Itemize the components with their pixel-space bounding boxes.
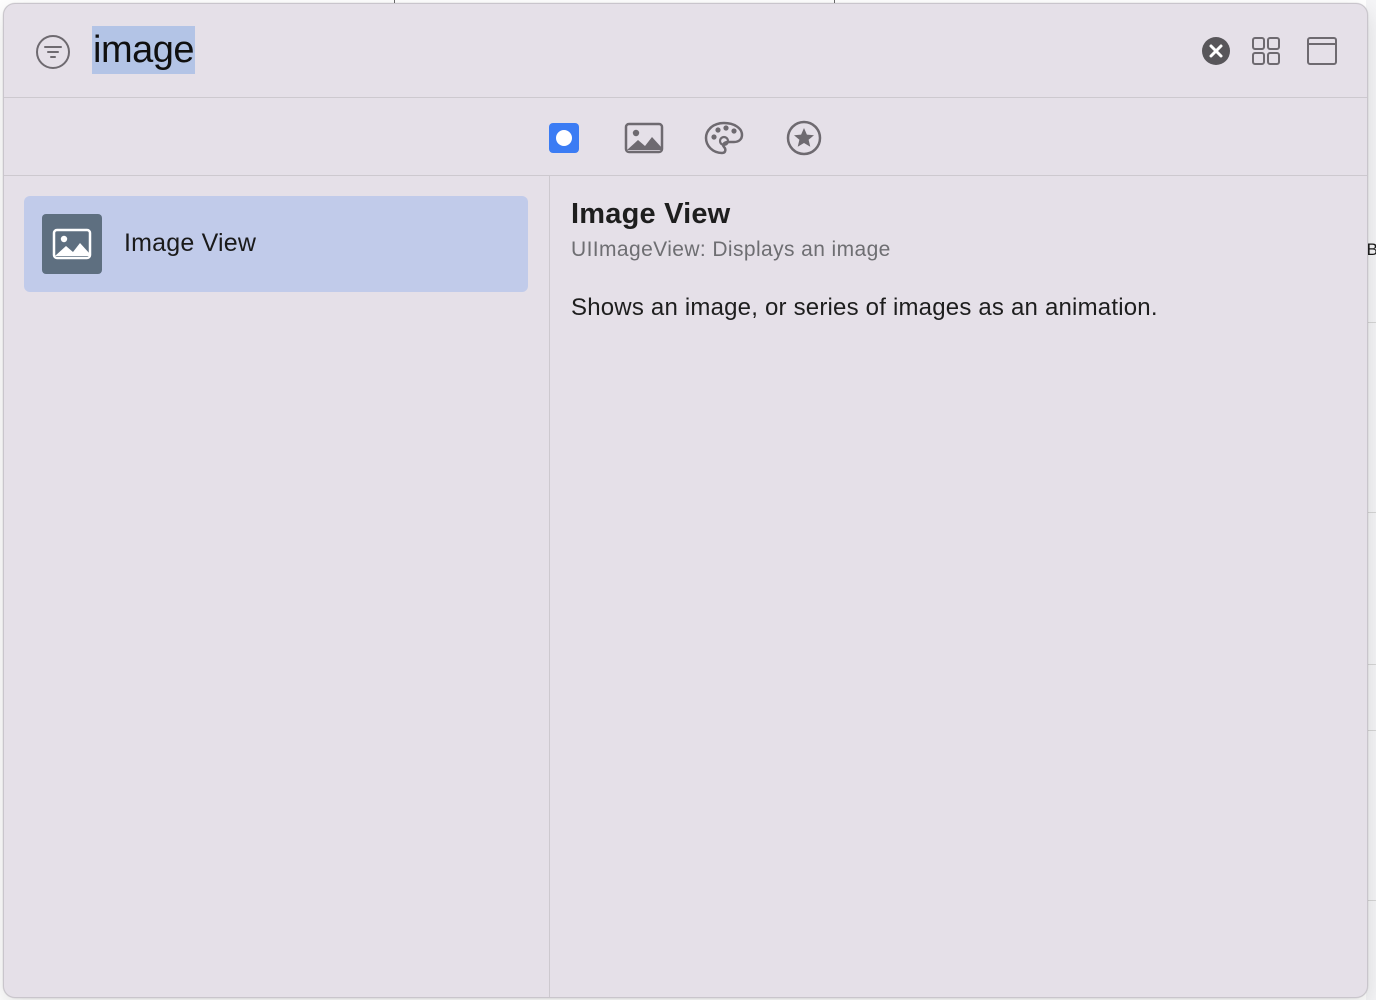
search-input[interactable]: image (92, 26, 195, 74)
star-circle-icon (786, 120, 822, 156)
list-item[interactable]: Image View (24, 196, 528, 292)
grid-view-icon[interactable] (1250, 35, 1282, 67)
detail-title: Image View (571, 198, 731, 230)
list-item-label: Image View (124, 229, 257, 257)
library-list: Image View (4, 176, 549, 997)
palette-icon (704, 121, 744, 155)
detail-description: Shows an image, or series of images as a… (571, 294, 1158, 321)
search-query-text[interactable]: image (92, 26, 195, 74)
clear-circle-icon[interactable] (1201, 36, 1231, 66)
detail-subtitle: UIImageView: Displays an image (571, 238, 891, 261)
detail-pane: Image View UIImageView: Displays an imag… (550, 176, 1367, 997)
square-dot-icon (549, 123, 579, 153)
tab-favorites[interactable] (782, 118, 826, 158)
tab-objects[interactable] (542, 118, 586, 158)
window-icon[interactable] (1305, 35, 1339, 67)
search-bar: image (4, 4, 1367, 98)
library-panel: image Image View Image View UIImageView:… (3, 3, 1368, 998)
background-edge-letter: B (1366, 240, 1376, 259)
tab-media[interactable] (622, 118, 666, 158)
image-view-icon (42, 214, 102, 274)
library-segment-bar (4, 98, 1367, 176)
photo-icon (624, 122, 664, 154)
filter-circle-icon[interactable] (35, 34, 71, 70)
tab-colors[interactable] (702, 118, 746, 158)
